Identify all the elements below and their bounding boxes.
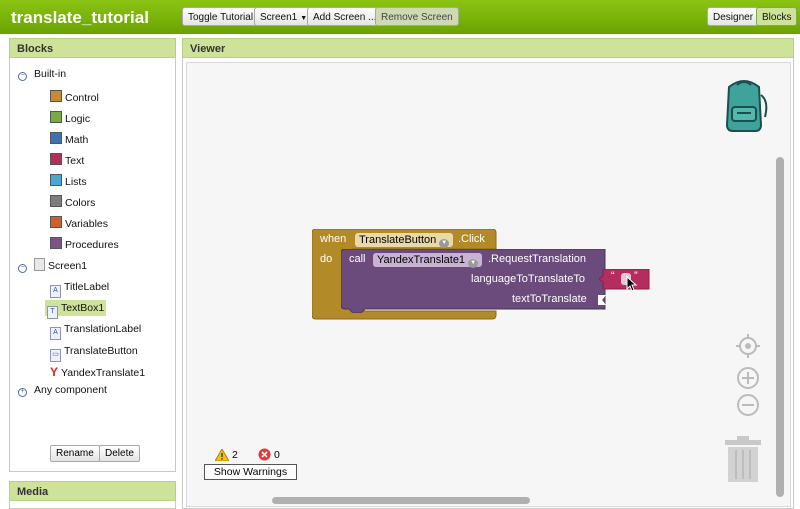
collapse-icon[interactable]: −	[18, 264, 27, 273]
tree-builtin[interactable]: − Built-in	[18, 66, 66, 82]
category-color-swatch	[50, 111, 62, 123]
tree-any-component-label: Any component	[34, 384, 107, 396]
event-do-label: do	[320, 253, 333, 265]
media-panel	[9, 501, 176, 509]
blocks-panel-header: Blocks	[9, 38, 176, 58]
event-component-dropdown[interactable]: TranslateButton ▼	[355, 233, 454, 248]
component-label: YandexTranslate1	[61, 367, 146, 379]
trash-icon[interactable]	[725, 436, 761, 482]
blocks-workspace[interactable]: when TranslateButton ▼ .Click do call Yan…	[186, 62, 791, 507]
builtin-item-label: Logic	[65, 113, 91, 125]
builtin-item-procedures[interactable]: Procedures	[50, 237, 119, 253]
recenter-icon[interactable]	[736, 334, 760, 358]
tree-component-translationlabel[interactable]: A TranslationLabel	[50, 321, 142, 340]
category-color-swatch	[50, 195, 62, 207]
chevron-down-icon: ▼	[439, 239, 450, 248]
viewer-header: Viewer	[182, 38, 794, 58]
call-method-label: .RequestTranslation	[488, 253, 587, 265]
event-component-label: TranslateButton	[359, 234, 437, 246]
text-open-quote: “	[611, 270, 615, 282]
zoom-in-icon[interactable]	[736, 366, 760, 390]
category-color-swatch	[50, 237, 62, 249]
screen-select-button[interactable]: Screen1 ▼	[254, 7, 314, 26]
tree-any-component[interactable]: + Any component	[18, 382, 107, 398]
builtin-item-colors[interactable]: Colors	[50, 195, 95, 211]
component-label: TranslationLabel	[64, 323, 142, 335]
builtin-item-math[interactable]: Math	[50, 132, 88, 148]
horizontal-scrollbar[interactable]	[272, 497, 530, 504]
media-panel-header: Media	[9, 481, 176, 501]
tree-builtin-label: Built-in	[34, 68, 67, 80]
builtin-item-control[interactable]: Control	[50, 90, 99, 106]
builtin-item-label: Variables	[65, 218, 108, 230]
category-color-swatch	[50, 153, 62, 165]
tree-screen1-label: Screen1	[48, 260, 88, 272]
project-title: translate_tutorial	[11, 8, 149, 27]
category-color-swatch	[50, 90, 62, 102]
designer-button[interactable]: Designer	[707, 7, 760, 26]
builtin-item-logic[interactable]: Logic	[50, 111, 90, 127]
call-component-label: YandexTranslate1	[377, 254, 466, 266]
call-label: call	[349, 253, 366, 265]
screen-icon	[34, 258, 45, 271]
label-icon: A	[50, 285, 61, 298]
button-icon: ▭	[50, 349, 61, 362]
builtin-item-label: Control	[65, 92, 99, 104]
blocks-button[interactable]: Blocks	[756, 7, 798, 26]
builtin-item-text[interactable]: Text	[50, 153, 84, 169]
mouse-cursor-icon	[626, 276, 638, 292]
builtin-item-label: Math	[65, 134, 89, 146]
toggle-tutorial-button[interactable]: Toggle Tutorial	[182, 7, 260, 26]
component-label: TitleLabel	[64, 281, 110, 293]
tree-component-textbox1[interactable]: T TextBox1	[45, 300, 107, 319]
blocks-panel: − Built-in Control Logic Math Text Lists Color…	[9, 58, 176, 472]
category-color-swatch	[50, 132, 62, 144]
category-color-swatch	[50, 216, 62, 228]
yandex-icon: Y	[50, 365, 59, 379]
builtin-item-label: Lists	[65, 176, 87, 188]
arg-language-label: languageToTranslateTo	[471, 273, 585, 285]
builtin-item-label: Procedures	[65, 239, 119, 251]
category-color-swatch	[50, 174, 62, 186]
arg-text-label: textToTranslate	[512, 293, 587, 305]
builtin-item-label: Text	[65, 155, 85, 167]
screen-select-label: Screen1	[260, 12, 298, 23]
collapse-icon[interactable]: −	[18, 72, 27, 81]
add-screen-button[interactable]: Add Screen ...	[307, 7, 383, 26]
chevron-down-icon: ▼	[468, 259, 479, 268]
tree-component-titlelabel[interactable]: A TitleLabel	[50, 279, 110, 298]
show-warnings-button[interactable]: Show Warnings	[204, 464, 297, 480]
remove-screen-button[interactable]: Remove Screen	[375, 7, 459, 26]
delete-button[interactable]: Delete	[99, 445, 140, 462]
rename-button[interactable]: Rename	[50, 445, 100, 462]
vertical-scrollbar[interactable]	[776, 157, 784, 497]
tree-component-yandextranslate1[interactable]: Y YandexTranslate1	[50, 364, 145, 380]
builtin-item-variables[interactable]: Variables	[50, 216, 108, 232]
textbox-icon: T	[47, 306, 58, 319]
zoom-out-icon[interactable]	[736, 393, 760, 417]
event-when-label: when	[320, 233, 347, 245]
component-label: TextBox1	[61, 302, 105, 314]
builtin-item-lists[interactable]: Lists	[50, 174, 87, 190]
error-icon	[258, 448, 271, 461]
builtin-item-label: Colors	[65, 197, 96, 209]
event-name-label: .Click	[458, 233, 485, 245]
socket-icon	[598, 295, 606, 305]
tree-screen1[interactable]: − Screen1	[18, 258, 87, 274]
component-label: TranslateButton	[64, 345, 138, 357]
label-icon: A	[50, 327, 61, 340]
tree-component-translatebutton[interactable]: ▭ TranslateButton	[50, 343, 138, 362]
top-bar: translate_tutorial Toggle Tutorial Scree…	[0, 0, 800, 34]
errors-count: 0	[274, 449, 280, 461]
warnings-count: 2	[232, 449, 238, 461]
warning-icon	[215, 449, 229, 461]
call-component-dropdown[interactable]: YandexTranslate1 ▼	[373, 253, 483, 268]
backpack-icon[interactable]	[715, 77, 773, 133]
expand-icon[interactable]: +	[18, 388, 27, 397]
